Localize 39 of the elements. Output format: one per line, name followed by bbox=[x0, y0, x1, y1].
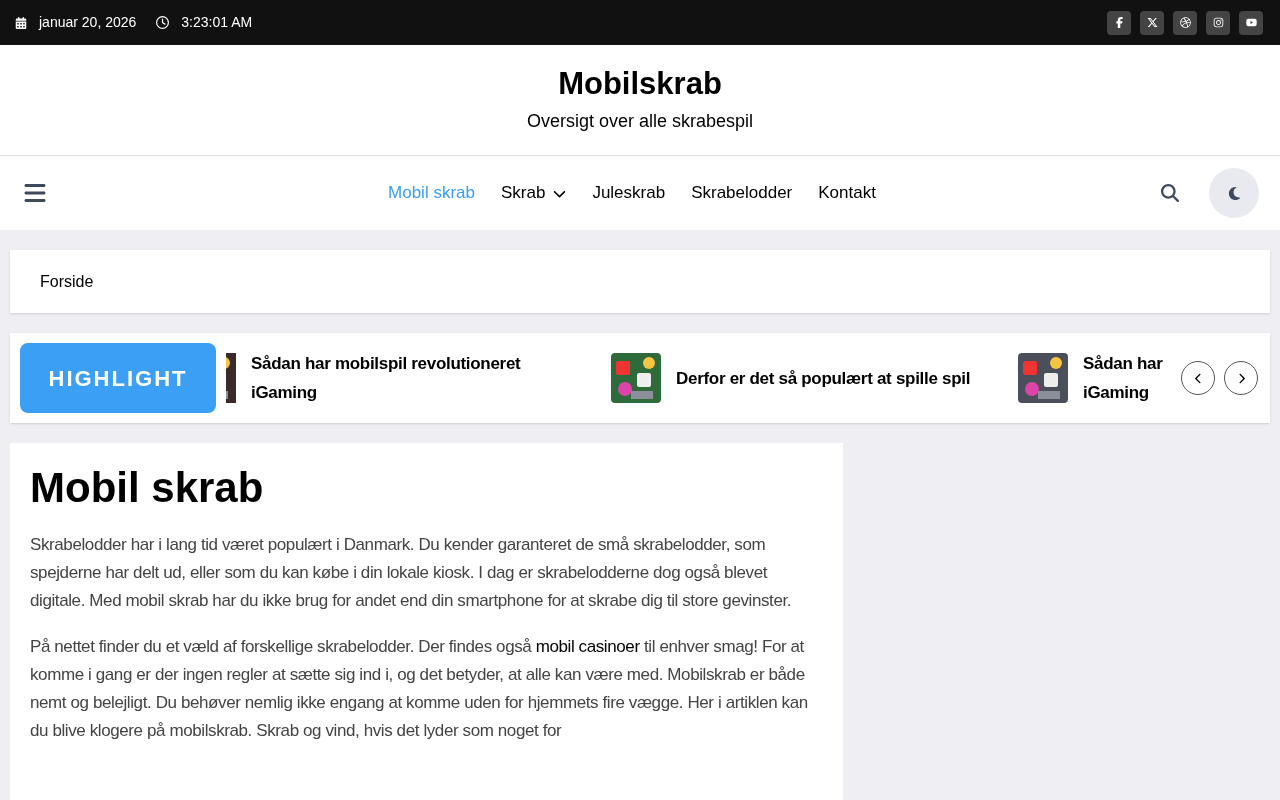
inline-link[interactable]: mobil casinoer bbox=[535, 637, 640, 656]
nav-link[interactable]: Kontakt bbox=[818, 180, 876, 206]
dribbble-link[interactable] bbox=[1173, 10, 1197, 35]
tagline: Oversigt over alle skrabespil bbox=[526, 109, 754, 133]
highlight-item[interactable]: Sådan har iGaming bbox=[1018, 349, 1178, 407]
dribbble-icon bbox=[1179, 17, 1191, 28]
highlight-item[interactable]: Sådan har mobilspil revolutioneret iGaming bbox=[226, 349, 611, 407]
instagram-link[interactable] bbox=[1206, 10, 1230, 35]
nav-link[interactable]: Skrabelodder bbox=[691, 180, 793, 206]
site-title[interactable]: Mobilskrab bbox=[558, 65, 722, 104]
instagram-icon bbox=[1212, 17, 1224, 28]
youtube-icon bbox=[1245, 17, 1257, 28]
highlight-label: HIGHLIGHT bbox=[20, 343, 216, 413]
facebook-icon bbox=[1113, 17, 1125, 28]
highlight-title: Derfor er det så populært at spille spil bbox=[676, 367, 972, 390]
article-title: Mobil skrab bbox=[30, 463, 265, 513]
moon-icon bbox=[1226, 185, 1242, 201]
dark-mode-button[interactable] bbox=[1209, 168, 1259, 218]
breadcrumb-link[interactable]: Forside bbox=[40, 269, 94, 294]
facebook-link[interactable] bbox=[1107, 10, 1131, 35]
search-button[interactable] bbox=[1161, 184, 1179, 202]
time: 3:23:01 AM bbox=[181, 13, 253, 32]
highlight-title: Sådan har mobilspil revolutioneret iGaming bbox=[251, 353, 522, 404]
x-icon bbox=[1146, 17, 1158, 28]
hamburger-icon bbox=[23, 181, 47, 205]
search-icon bbox=[1161, 184, 1179, 202]
highlight-title: Sådan har iGaming bbox=[1083, 353, 1164, 404]
nav-link[interactable]: Juleskrab bbox=[592, 180, 666, 206]
calendar-icon bbox=[15, 16, 27, 29]
paragraph: På nettet finder du et væld af forskellige skrabelodder. Der findes også mobil casinoer til enhver smag! For at komme i gang er der ingen regler at sætte sig ind i, og det betyder, at alle kan være med. Mobilskrab er både nemt og belejligt. Du behøver nemlig ikke engang at komme uden for hjemmets fire vægge. Her i artiklen kan du blive klogere på mobilskrab. Skrab og vind, hvis det lyder som noget for bbox=[30, 636, 809, 742]
chevron-left-icon bbox=[1192, 372, 1204, 384]
menu-icon[interactable] bbox=[23, 181, 47, 205]
x-link[interactable] bbox=[1140, 10, 1164, 35]
date: januar 20, 2026 bbox=[39, 13, 137, 32]
youtube-link[interactable] bbox=[1239, 10, 1263, 35]
clock-icon bbox=[156, 16, 170, 29]
nav-link[interactable]: Skrab bbox=[500, 180, 567, 206]
paragraph: Skrabelodder har i lang tid været populært i Danmark. Du kender garanteret de små skrabelodder, som spejderne har delt ud, eller som du kan købe i din lokale kiosk. I dag er skrabelodderne dog også blevet digitale. Med mobil skrab har du ikke brug for andet end din smartphone for at skrabe dig til store gevinster. bbox=[30, 534, 793, 612]
highlight-item[interactable]: Derfor er det så populært at spille spil bbox=[611, 353, 1018, 403]
